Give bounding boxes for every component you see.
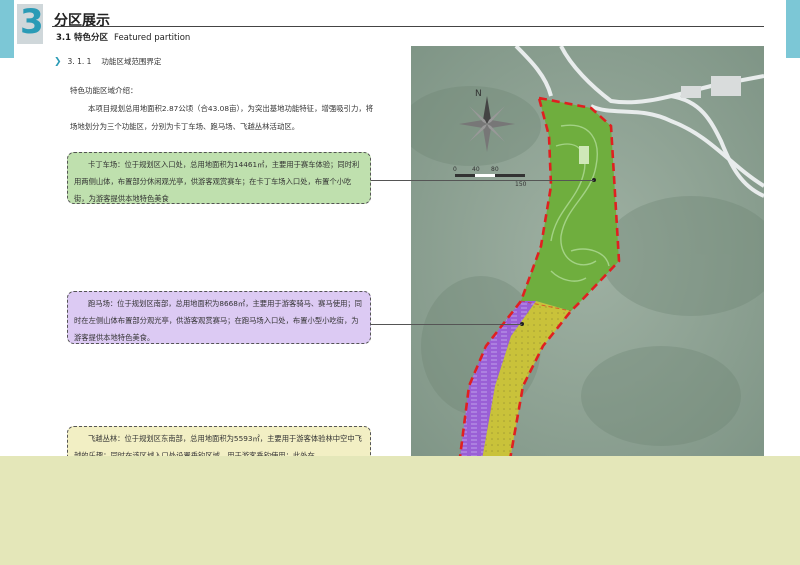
kart-pit-building	[579, 146, 589, 164]
left-edge-tab	[0, 0, 14, 58]
subtitle-en: Featured partition	[114, 33, 191, 43]
subsection-title: 功能区域范围界定	[101, 57, 162, 66]
north-label: N	[475, 89, 482, 99]
subtitle-cn: 3.1 特色分区	[56, 33, 109, 43]
site-map: N 0 40 80 150	[411, 46, 764, 465]
intro-body: 本项目规划总用地面积2.87公顷（合43.08亩），为突出基地功能特征，增强吸引…	[70, 104, 374, 131]
scale-label-80: 80	[491, 166, 499, 173]
section-subtitle: 3.1 特色分区 Featured partition	[56, 31, 190, 43]
right-edge-tab	[786, 0, 800, 58]
scale-label-0: 0	[453, 166, 457, 173]
scale-label-150: 150	[515, 181, 527, 188]
header-divider	[52, 26, 764, 27]
scale-label-40: 40	[472, 166, 480, 173]
intro-title: 特色功能区域介绍：	[70, 86, 138, 95]
subsection-number: 3. 1. 1	[67, 57, 92, 66]
horse-leader-line	[371, 324, 522, 325]
subsection-heading: ❯ 3. 1. 1 功能区域范围界定	[54, 56, 161, 67]
horse-track-description: 跑马场：位于规划区南部，总用地面积为8668㎡，主要用于游客骑马、赛马使用；同时…	[67, 291, 371, 344]
chevron-right-icon: ❯	[54, 57, 62, 67]
bottom-overlay-band	[0, 456, 800, 565]
go-kart-description: 卡丁车场：位于规划区入口处，总用地面积为14461㎡，主要用于赛车体验；同时利用…	[67, 152, 371, 204]
section-number: 3	[20, 2, 44, 42]
chapter-title: 分区展示	[54, 13, 110, 29]
go-kart-leader-line	[371, 180, 594, 181]
